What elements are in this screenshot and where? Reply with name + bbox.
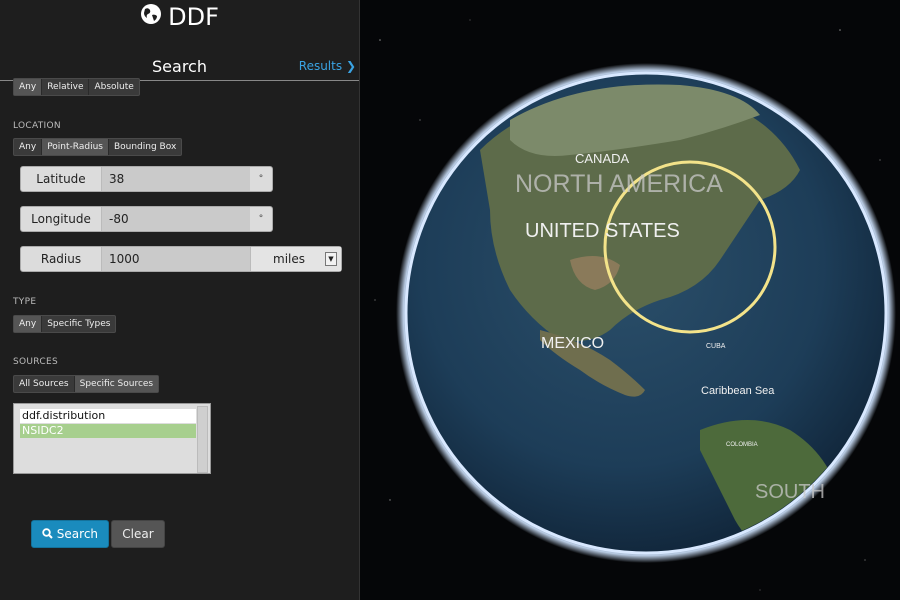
type-option-specific[interactable]: Specific Types — [42, 316, 115, 332]
sources-heading: SOURCES — [13, 357, 58, 367]
source-item-selected[interactable]: NSIDC2 — [20, 424, 196, 438]
source-item[interactable]: ddf.distribution — [20, 409, 196, 423]
longitude-unit: ° — [258, 214, 264, 224]
search-icon — [42, 527, 57, 541]
latitude-label: Latitude — [21, 167, 102, 191]
type-filter: Any Specific Types — [13, 315, 117, 333]
time-filter: Any Relative Absolute — [13, 78, 140, 96]
time-option-absolute[interactable]: Absolute — [89, 79, 138, 95]
search-button[interactable]: Search — [31, 520, 109, 548]
latitude-unit: ° — [258, 174, 264, 184]
map-label-south: SOUTH — [755, 481, 825, 503]
map-label-mexico: MEXICO — [541, 335, 604, 352]
radius-unit-value: miles — [273, 252, 305, 266]
radius-unit-select[interactable]: miles ▼ — [250, 247, 341, 271]
map-label-united-states: UNITED STATES — [525, 220, 680, 242]
longitude-field: Longitude ° — [20, 206, 273, 232]
clear-button[interactable]: Clear — [111, 520, 165, 548]
map-label-cuba: CUBA — [706, 343, 726, 350]
sources-listbox[interactable]: ddf.distribution NSIDC2 — [13, 403, 211, 474]
location-option-point-radius[interactable]: Point-Radius — [42, 139, 109, 155]
app-brand: DDF — [0, 2, 359, 31]
results-label: Results — [298, 59, 343, 73]
search-button-label: Search — [56, 527, 99, 541]
time-option-relative[interactable]: Relative — [42, 79, 90, 95]
sources-option-all[interactable]: All Sources — [14, 376, 75, 392]
globe-icon — [140, 3, 162, 31]
radius-field: Radius miles ▼ — [20, 246, 342, 272]
longitude-input[interactable] — [102, 207, 250, 231]
globe-canvas[interactable]: CANADA NORTH AMERICA UNITED STATES MEXIC… — [360, 0, 900, 600]
longitude-label: Longitude — [21, 207, 102, 231]
location-option-bounding-box[interactable]: Bounding Box — [109, 139, 181, 155]
type-option-any[interactable]: Any — [14, 316, 43, 332]
chevron-right-icon: ❯ — [345, 59, 356, 73]
sources-scrollbar[interactable] — [197, 406, 208, 473]
location-heading: LOCATION — [13, 121, 61, 131]
results-link[interactable]: Results ❯ — [299, 59, 356, 73]
radius-input[interactable] — [102, 247, 250, 271]
latitude-field: Latitude ° — [20, 166, 273, 192]
radius-label: Radius — [21, 247, 102, 271]
dropdown-arrow-icon: ▼ — [325, 252, 337, 266]
map-label-north-america: NORTH AMERICA — [515, 170, 723, 198]
type-heading: TYPE — [13, 297, 37, 307]
search-sidebar: DDF Search Results ❯ Any Relative Absolu… — [0, 0, 360, 600]
location-mode: Any Point-Radius Bounding Box — [13, 138, 183, 156]
sources-filter: All Sources Specific Sources — [13, 375, 160, 393]
globe-map[interactable]: CANADA NORTH AMERICA UNITED STATES MEXIC… — [360, 0, 900, 600]
app-title: DDF — [168, 3, 219, 31]
map-label-colombia: COLOMBIA — [726, 442, 758, 448]
location-option-any[interactable]: Any — [14, 139, 43, 155]
map-label-canada: CANADA — [575, 151, 630, 166]
latitude-input[interactable] — [102, 167, 250, 191]
map-label-caribbean-sea: Caribbean Sea — [701, 385, 775, 397]
sources-option-specific[interactable]: Specific Sources — [74, 376, 159, 392]
time-option-any[interactable]: Any — [14, 79, 43, 95]
